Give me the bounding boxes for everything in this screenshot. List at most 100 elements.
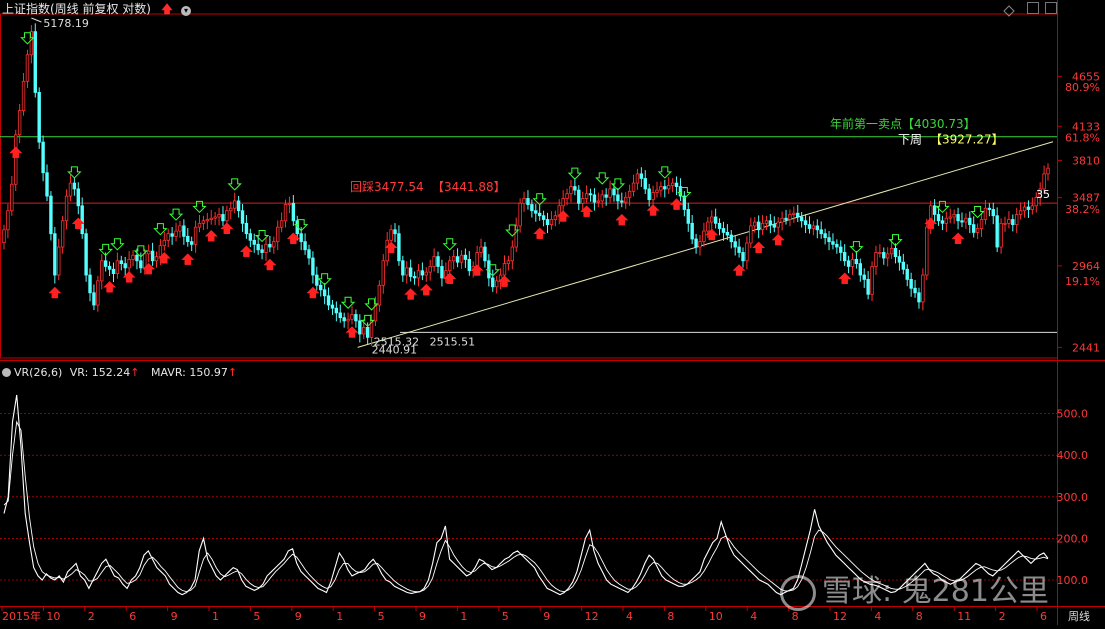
candle-body[interactable] (702, 230, 706, 243)
candle-body[interactable] (901, 261, 906, 270)
candle-body[interactable] (760, 222, 765, 231)
candle-body[interactable] (713, 216, 718, 224)
candle-body[interactable] (932, 205, 937, 215)
candle-body[interactable] (178, 225, 182, 232)
candle-body[interactable] (315, 274, 319, 286)
candle-body[interactable] (1030, 205, 1035, 210)
candle-body[interactable] (53, 233, 57, 276)
candle-body[interactable] (893, 247, 898, 258)
candle-body[interactable] (889, 247, 894, 255)
candle-body[interactable] (123, 263, 127, 269)
candle-body[interactable] (17, 110, 22, 136)
candle-body[interactable] (232, 200, 237, 209)
candle-body[interactable] (580, 198, 585, 204)
candle-body[interactable] (1042, 173, 1046, 190)
candle-body[interactable] (975, 228, 980, 233)
candle-body[interactable] (518, 202, 522, 227)
candle-body[interactable] (639, 173, 644, 179)
candle-body[interactable] (205, 219, 210, 222)
candle-body[interactable] (807, 224, 812, 229)
candle-body[interactable] (154, 256, 159, 262)
candle-body[interactable] (236, 200, 241, 212)
candle-body[interactable] (596, 200, 601, 203)
candle-body[interactable] (686, 209, 690, 224)
candle-body[interactable] (45, 172, 49, 197)
candle-body[interactable] (651, 192, 655, 201)
candle-body[interactable] (2, 229, 6, 243)
chart-svg[interactable]: 46554133381034872964244180.9%61.8%38.2%1… (0, 0, 1105, 625)
candle-body[interactable] (592, 194, 597, 203)
candle-body[interactable] (831, 241, 835, 245)
candle-body[interactable] (698, 241, 702, 248)
candle-body[interactable] (428, 266, 432, 273)
candle-body[interactable] (862, 274, 866, 280)
candle-body[interactable] (608, 188, 612, 198)
candle-body[interactable] (76, 188, 80, 207)
candle-body[interactable] (244, 222, 249, 235)
index-title[interactable]: 上证指数(周线 前复权 对数) (2, 2, 151, 16)
candle-body[interactable] (201, 220, 206, 224)
candle-body[interactable] (647, 188, 651, 201)
candle-body[interactable] (209, 217, 213, 220)
candle-body[interactable] (41, 141, 45, 174)
candle-body[interactable] (111, 268, 116, 274)
candle-body[interactable] (72, 182, 77, 190)
candle-body[interactable] (721, 228, 726, 233)
candle-body[interactable] (248, 233, 253, 241)
candle-body[interactable] (150, 250, 155, 262)
candle-body[interactable] (287, 202, 292, 205)
candle-body[interactable] (846, 260, 851, 267)
candle-body[interactable] (569, 186, 573, 195)
candle-body[interactable] (1015, 214, 1019, 226)
candle-body[interactable] (530, 204, 534, 212)
candle-body[interactable] (674, 182, 679, 187)
diamond-icon[interactable] (1003, 2, 1015, 17)
candle-body[interactable] (1018, 210, 1023, 215)
candle-body[interactable] (584, 193, 589, 199)
candle-body[interactable] (264, 243, 268, 253)
candle-body[interactable] (815, 225, 820, 231)
candle-body[interactable] (166, 233, 170, 241)
candle-body[interactable] (522, 198, 526, 204)
candle-body[interactable] (573, 186, 577, 191)
candle-body[interactable] (135, 254, 139, 262)
candle-body[interactable] (1026, 206, 1031, 210)
candle-body[interactable] (936, 214, 941, 222)
candle-body[interactable] (213, 216, 217, 219)
candle-body[interactable] (358, 320, 362, 335)
candle-body[interactable] (874, 252, 878, 267)
candle-body[interactable] (107, 266, 112, 270)
candle-body[interactable] (381, 260, 385, 286)
candle-body[interactable] (174, 230, 178, 237)
candle-body[interactable] (84, 233, 88, 276)
candle-body[interactable] (342, 317, 346, 322)
candle-body[interactable] (577, 189, 581, 204)
candle-body[interactable] (463, 254, 468, 260)
candle-body[interactable] (272, 241, 276, 248)
candle-body[interactable] (268, 243, 272, 248)
candle-body[interactable] (624, 196, 628, 203)
candle-body[interactable] (436, 256, 440, 267)
candle-body[interactable] (850, 258, 855, 267)
candle-body[interactable] (627, 190, 632, 198)
candle-body[interactable] (57, 246, 61, 276)
candle-body[interactable] (393, 229, 397, 235)
candle-body[interactable] (659, 186, 663, 191)
candle-body[interactable] (146, 250, 151, 255)
candle-body[interactable] (1003, 222, 1007, 225)
maximize-button[interactable] (1045, 2, 1057, 14)
candle-body[interactable] (842, 252, 847, 262)
candle-body[interactable] (909, 278, 913, 289)
candle-body[interactable] (354, 314, 358, 322)
candle-body[interactable] (10, 183, 14, 212)
candle-body[interactable] (772, 224, 776, 228)
candle-body[interactable] (600, 194, 604, 202)
candle-body[interactable] (749, 225, 753, 244)
candle-body[interactable] (401, 260, 405, 276)
candle-body[interactable] (14, 134, 18, 185)
candle-body[interactable] (764, 220, 769, 224)
candle-body[interactable] (905, 268, 909, 280)
candle-body[interactable] (620, 200, 624, 203)
candle-body[interactable] (643, 178, 647, 190)
candle-body[interactable] (729, 234, 733, 243)
